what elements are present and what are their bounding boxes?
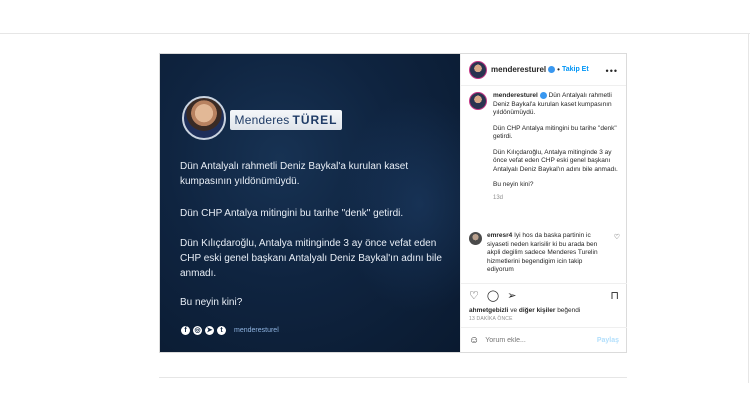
- telegram-icon: ➤: [205, 326, 214, 335]
- image-paragraph-1: Dün Antalyalı rahmetli Deniz Baykal'a ku…: [180, 161, 409, 187]
- post-caption: menderesturel Dün Antalyalı rahmetli Den…: [469, 92, 624, 202]
- page: Menderes TÜREL Dün Antalyalı rahmetli De…: [0, 0, 750, 415]
- likes-line: ahmetgebizli ve diğer kişiler beğendi: [469, 307, 619, 314]
- social-handle: menderesturel: [234, 327, 279, 334]
- name-last: TÜREL: [292, 113, 338, 127]
- caption-avatar[interactable]: [469, 92, 487, 110]
- caption-body: menderesturel Dün Antalyalı rahmetli Den…: [493, 92, 624, 202]
- caption-text-3: Dün Kılıçdaroğlu, Antalya mitinginde 3 a…: [493, 148, 618, 173]
- likes-others[interactable]: diğer kişiler: [519, 307, 556, 314]
- post-sidebar: menderesturel • Takip Et ••• menderestur…: [460, 54, 627, 352]
- likes-connector: ve: [510, 307, 518, 314]
- post-header: menderesturel • Takip Et •••: [461, 54, 626, 86]
- caption-text-2: Dün CHP Antalya mitingini bu tarihe "den…: [493, 124, 617, 141]
- image-paragraph-2: Dün CHP Antalya mitingini bu tarihe "den…: [180, 208, 404, 219]
- add-comment-bar: ☺ Paylaş: [461, 327, 627, 352]
- social-row: f ◎ ➤ t menderesturel: [181, 326, 279, 335]
- name-plate: Menderes TÜREL: [230, 110, 342, 130]
- post-comment-button[interactable]: Paylaş: [597, 337, 619, 344]
- likes-suffix: beğendi: [557, 307, 581, 314]
- likes-first-user[interactable]: ahmetgebizli: [469, 307, 508, 314]
- portrait-photo: [182, 96, 226, 140]
- action-bar: ♡ ◯ ➢ ⊓ ahmetgebizli ve diğer kişiler be…: [461, 283, 627, 322]
- like-heart-icon[interactable]: ♡: [469, 289, 479, 303]
- comment-avatar[interactable]: [469, 232, 482, 245]
- image-paragraph-4: Bu neyin kini?: [180, 297, 243, 308]
- caption-text-4: Bu neyin kini?: [493, 181, 534, 189]
- header-separator: •: [557, 65, 560, 74]
- facebook-icon: f: [181, 326, 190, 335]
- caption-username[interactable]: menderesturel: [493, 92, 538, 99]
- header-username[interactable]: menderesturel: [491, 65, 546, 74]
- share-send-icon[interactable]: ➢: [507, 289, 516, 303]
- more-options-icon[interactable]: •••: [606, 66, 618, 76]
- comment-input[interactable]: [485, 336, 586, 344]
- comment-item: emresr4 Iyi hos da baska partinin ic siy…: [469, 232, 624, 275]
- bottom-divider: [159, 377, 627, 378]
- twitter-icon: t: [217, 326, 226, 335]
- top-divider: [0, 33, 750, 34]
- right-divider: [748, 33, 749, 383]
- comment-bubble-icon[interactable]: ◯: [487, 289, 499, 303]
- verified-badge-icon: [548, 66, 556, 73]
- name-first: Menderes: [234, 113, 290, 127]
- bookmark-icon[interactable]: ⊓: [610, 289, 619, 303]
- comment-like-icon[interactable]: ♡: [614, 233, 620, 241]
- background-glow: [340, 94, 460, 314]
- post-time-ago: 13 DAKİKA ÖNCE: [469, 316, 513, 322]
- comment-username[interactable]: emresr4: [487, 232, 512, 239]
- emoji-icon[interactable]: ☺: [469, 335, 479, 346]
- caption-verified-icon: [539, 92, 547, 99]
- caption-line-1: menderesturel Dün Antalyalı rahmetli Den…: [493, 92, 624, 118]
- image-paragraph-3: Dün Kılıçdaroğlu, Antalya mitinginde 3 a…: [180, 238, 442, 279]
- caption-time: 13d: [493, 194, 504, 201]
- instagram-icon: ◎: [193, 326, 202, 335]
- comment-body: emresr4 Iyi hos da baska partinin ic siy…: [487, 232, 607, 275]
- post-image[interactable]: Menderes TÜREL Dün Antalyalı rahmetli De…: [160, 54, 460, 352]
- follow-button[interactable]: Takip Et: [562, 66, 589, 73]
- action-icons: ♡ ◯ ➢ ⊓: [469, 288, 619, 304]
- header-avatar[interactable]: [469, 60, 487, 79]
- instagram-post-embed: Menderes TÜREL Dün Antalyalı rahmetli De…: [159, 53, 627, 353]
